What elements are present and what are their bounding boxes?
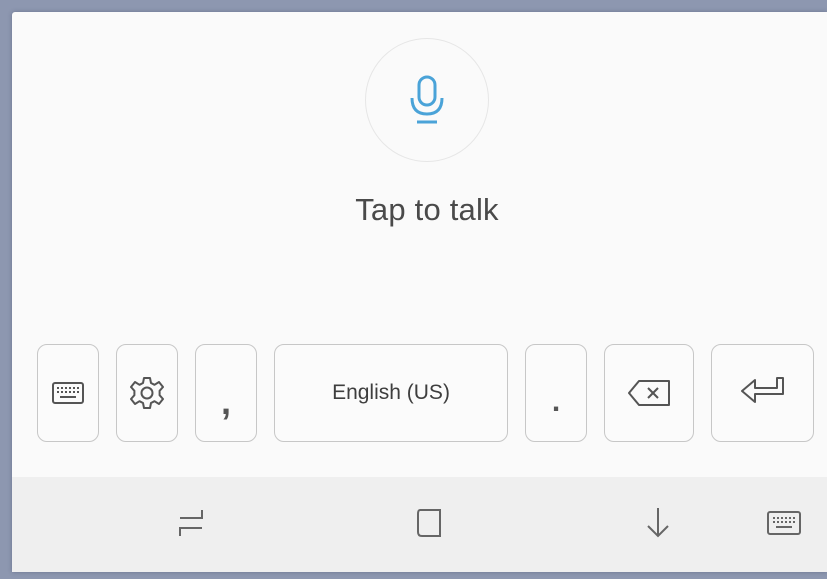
settings-key[interactable] xyxy=(116,344,178,442)
back-down-arrow-icon xyxy=(647,508,669,538)
space-key-label: English (US) xyxy=(332,381,450,404)
enter-key[interactable] xyxy=(711,344,814,442)
keyboard-switch-button[interactable] xyxy=(754,497,814,547)
mic-button[interactable] xyxy=(365,38,489,162)
recents-button[interactable] xyxy=(162,497,222,547)
gear-icon xyxy=(130,377,164,409)
screen-frame: Tap to talk , English (US) . xyxy=(0,0,827,579)
keyboard-key[interactable] xyxy=(37,344,99,442)
space-key[interactable]: English (US) xyxy=(274,344,508,442)
microphone-icon xyxy=(410,75,444,124)
period-key[interactable]: . xyxy=(525,344,587,442)
navigation-bar xyxy=(12,477,827,572)
home-icon xyxy=(417,509,441,537)
comma-key[interactable]: , xyxy=(195,344,257,442)
backspace-key[interactable] xyxy=(604,344,694,442)
comma-key-label: , xyxy=(220,381,231,422)
period-key-label: . xyxy=(551,385,561,418)
keyboard-icon xyxy=(767,511,801,535)
backspace-icon xyxy=(628,380,670,406)
keyboard-icon xyxy=(52,382,84,404)
home-button[interactable] xyxy=(400,497,460,547)
recents-icon xyxy=(179,510,203,536)
tap-to-talk-label: Tap to talk xyxy=(355,192,499,227)
back-button[interactable] xyxy=(628,497,688,547)
enter-icon xyxy=(740,377,784,403)
voice-input-panel: Tap to talk , English (US) . xyxy=(12,12,827,572)
